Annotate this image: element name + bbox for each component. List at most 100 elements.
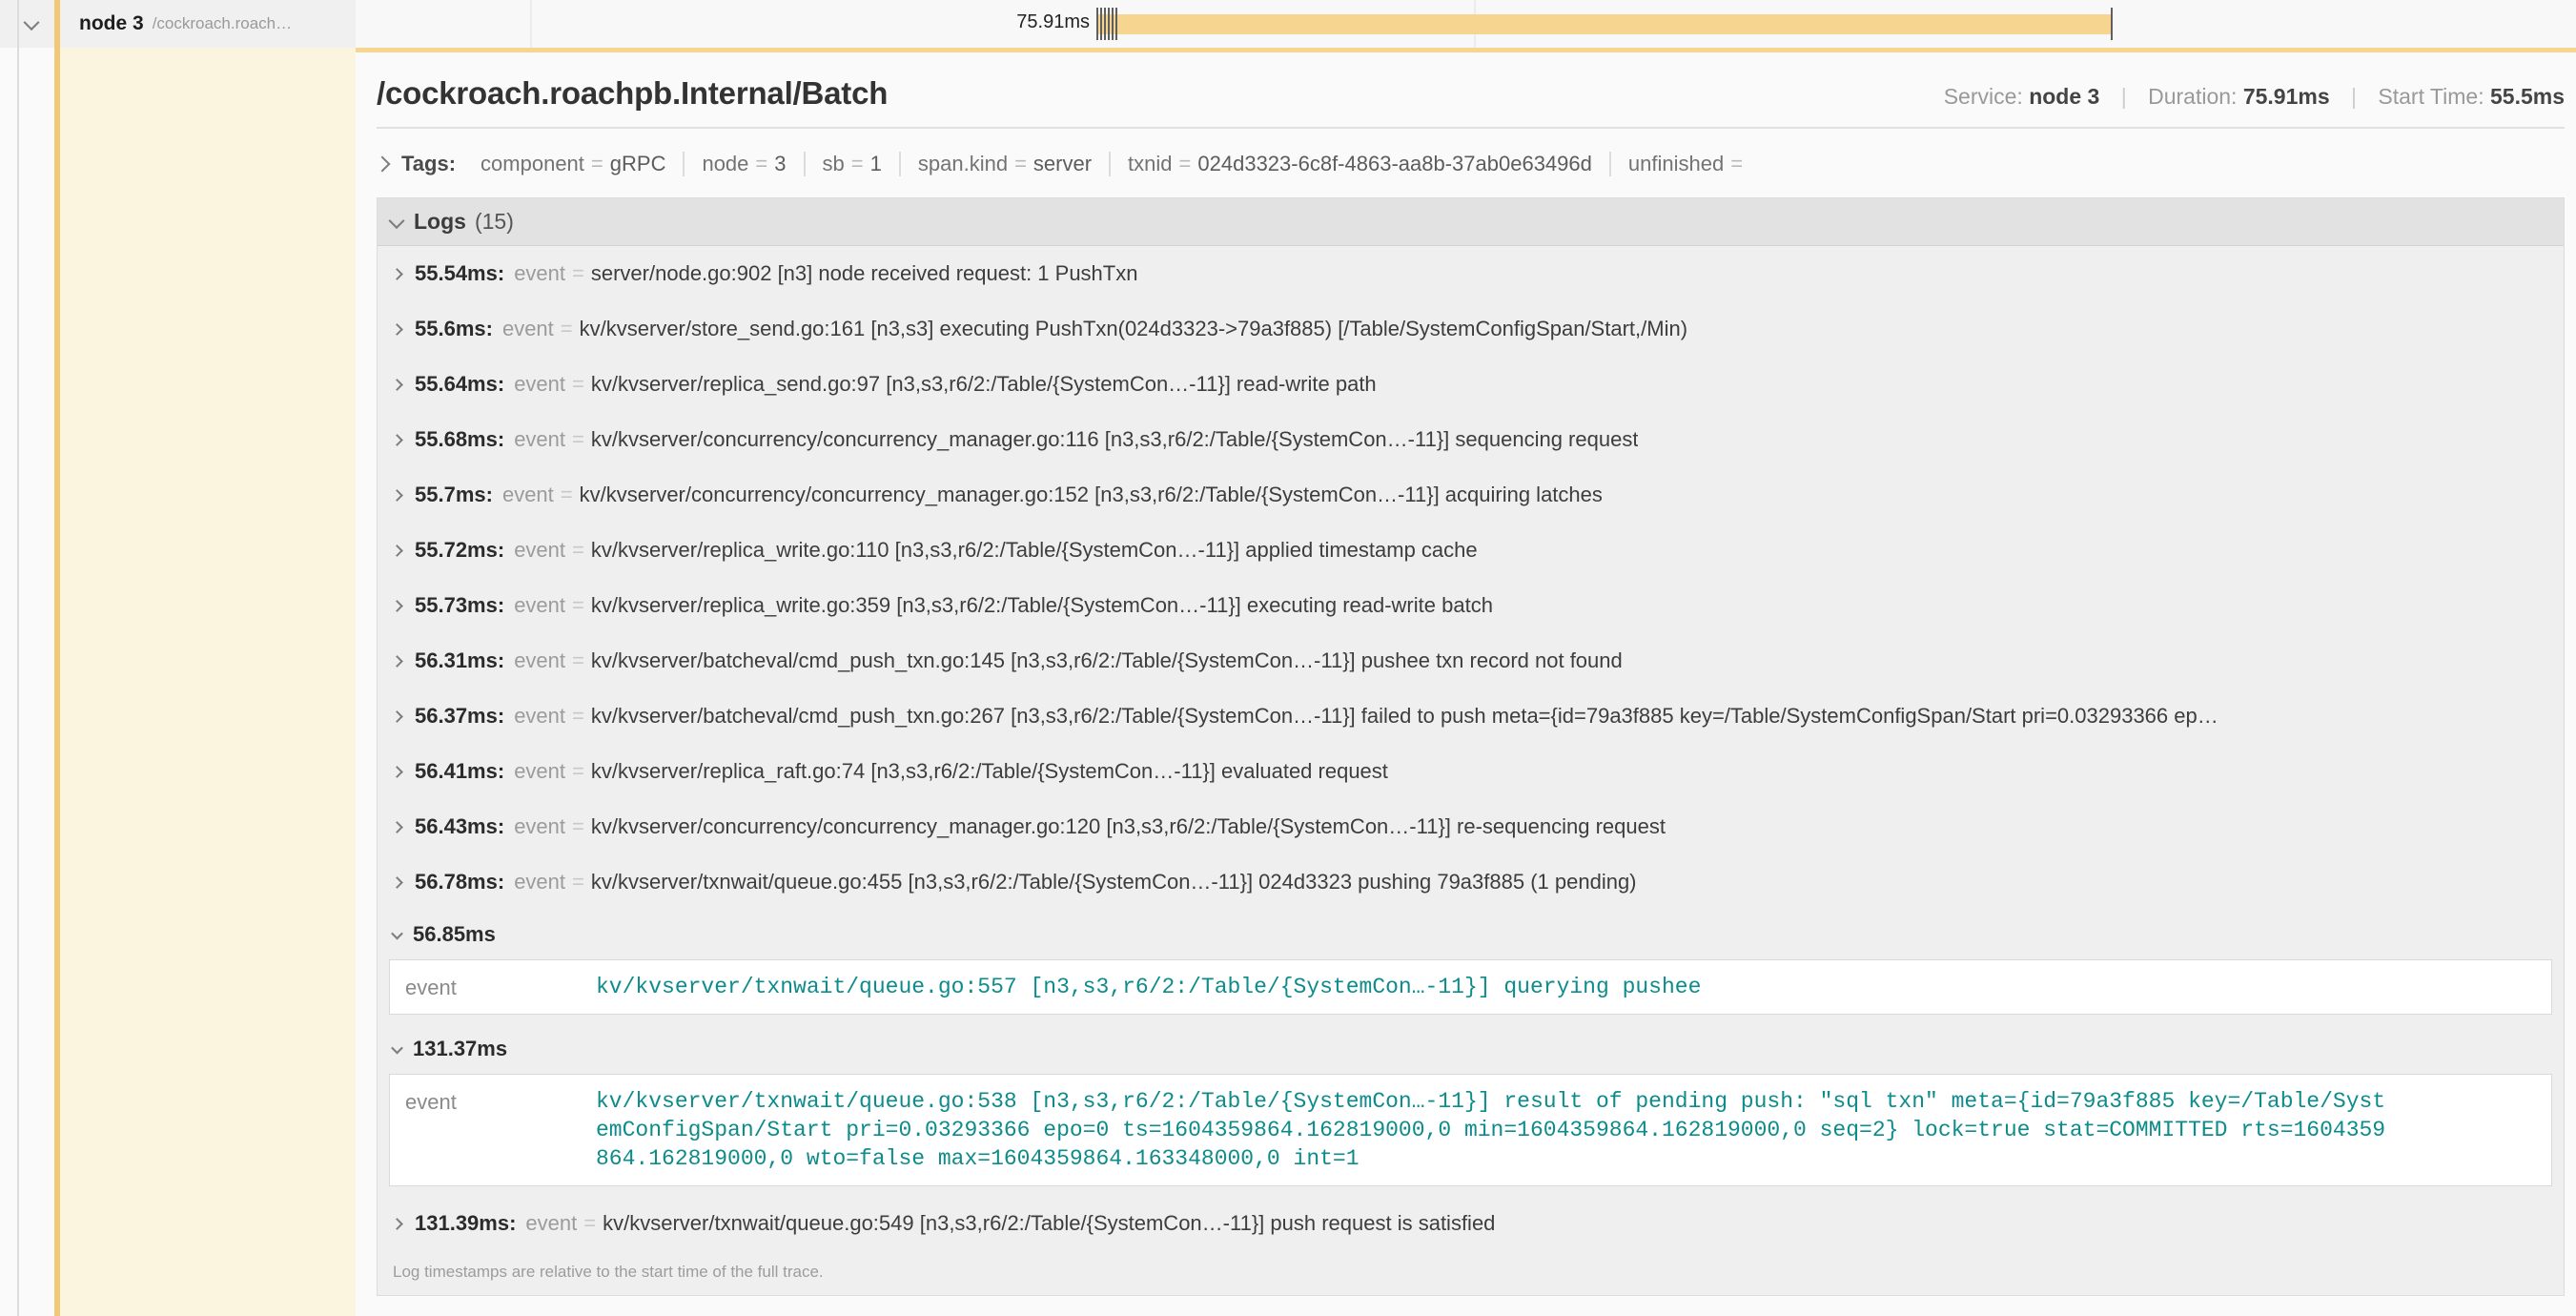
log-marker-tick[interactable] — [1115, 8, 1117, 40]
log-field-value: kv/kvserver/store_send.go:161 [n3,s3] ex… — [580, 317, 1687, 341]
tag-pill[interactable]: node = 3 — [683, 152, 803, 176]
log-marker-end[interactable] — [2111, 8, 2113, 40]
chevron-right-icon[interactable] — [391, 766, 403, 778]
log-equals: = — [572, 538, 584, 563]
log-row[interactable]: 55.54ms: event = server/node.go:902 [n3]… — [378, 246, 2564, 301]
tags-section-toggle[interactable]: Tags: component = gRPC node = 3 sb = 1 s… — [377, 142, 2565, 186]
start-time-value: 55.5ms — [2490, 84, 2565, 109]
tag-equals: = — [1730, 152, 1743, 176]
span-duration-bar[interactable] — [1096, 14, 2113, 34]
chevron-right-icon[interactable] — [391, 655, 403, 668]
logs-section: Logs (15) 55.54ms: event = server/node.g… — [377, 197, 2565, 1296]
tag-equals: = — [1179, 152, 1192, 176]
log-row-expanded-toggle[interactable]: 56.85ms — [378, 910, 2564, 959]
log-row[interactable]: 55.64ms: event = kv/kvserver/replica_sen… — [378, 357, 2564, 412]
service-label: Service: — [1944, 84, 2023, 109]
log-timestamp: 56.85ms — [413, 922, 496, 947]
chevron-right-icon[interactable] — [391, 268, 403, 280]
log-equals: = — [561, 483, 573, 507]
log-marker-tick[interactable] — [1100, 8, 1102, 40]
log-row[interactable]: 56.37ms: event = kv/kvserver/batcheval/c… — [378, 689, 2564, 744]
log-field-value: kv/kvserver/txnwait/queue.go:557 [n3,s3,… — [596, 973, 1701, 1001]
chevron-right-icon[interactable] — [391, 600, 403, 612]
chevron-right-icon[interactable] — [391, 1218, 403, 1230]
log-field-value: kv/kvserver/replica_raft.go:74 [n3,s3,r6… — [591, 759, 1388, 784]
log-fields-table: event kv/kvserver/txnwait/queue.go:557 [… — [389, 959, 2552, 1015]
log-field-key: event — [514, 538, 565, 563]
chevron-down-icon[interactable] — [24, 14, 40, 31]
chevron-right-icon[interactable] — [375, 156, 391, 173]
tag-key: component — [480, 152, 584, 176]
tag-equals: = — [591, 152, 603, 176]
chevron-right-icon[interactable] — [391, 323, 403, 336]
log-marker-tick[interactable] — [1108, 8, 1110, 40]
tag-pill[interactable]: unfinished = — [1609, 152, 1767, 176]
chevron-down-icon[interactable] — [391, 1041, 403, 1054]
tag-value: gRPC — [610, 152, 666, 176]
span-duration-label: 75.91ms — [996, 11, 1090, 33]
span-detail-left-column — [60, 48, 356, 1316]
chevron-right-icon[interactable] — [391, 545, 403, 557]
log-timestamp: 56.78ms: — [415, 870, 504, 894]
tag-value: 3 — [774, 152, 786, 176]
chevron-down-icon[interactable] — [391, 927, 403, 939]
log-field-value: kv/kvserver/batcheval/cmd_push_txn.go:26… — [591, 704, 2218, 729]
log-row[interactable]: 55.7ms: event = kv/kvserver/concurrency/… — [378, 467, 2564, 523]
tag-pill[interactable]: span.kind = server — [899, 152, 1109, 176]
log-field-value: kv/kvserver/concurrency/concurrency_mana… — [591, 814, 1666, 839]
span-row[interactable]: 75.91ms node 3 /cockroach.roach… — [0, 0, 2576, 48]
log-marker-tick[interactable] — [1112, 8, 1114, 40]
log-entries: 55.54ms: event = server/node.go:902 [n3]… — [378, 246, 2564, 1251]
log-row[interactable]: 55.73ms: event = kv/kvserver/replica_wri… — [378, 578, 2564, 633]
log-row[interactable]: 56.78ms: event = kv/kvserver/txnwait/que… — [378, 854, 2564, 910]
log-timestamp: 55.7ms: — [415, 483, 493, 507]
log-field-key: event — [514, 814, 565, 839]
chevron-down-icon[interactable] — [389, 213, 405, 229]
log-timestamp: 56.37ms: — [415, 704, 504, 729]
log-equals: = — [572, 427, 584, 452]
overview-separator: | — [2351, 84, 2357, 109]
log-row[interactable]: 56.43ms: event = kv/kvserver/concurrency… — [378, 799, 2564, 854]
log-timestamp: 55.64ms: — [415, 372, 504, 397]
log-row[interactable]: 56.31ms: event = kv/kvserver/batcheval/c… — [378, 633, 2564, 689]
log-equals: = — [572, 704, 584, 729]
log-row-expanded-toggle[interactable]: 131.37ms — [378, 1024, 2564, 1074]
tag-pill[interactable]: sb = 1 — [804, 152, 899, 176]
log-equals: = — [572, 759, 584, 784]
chevron-right-icon[interactable] — [391, 434, 403, 446]
log-field-value: server/node.go:902 [n3] node received re… — [591, 261, 1138, 286]
tag-pill[interactable]: component = gRPC — [463, 152, 683, 176]
log-field-value: kv/kvserver/replica_write.go:359 [n3,s3,… — [591, 593, 1493, 618]
tag-equals: = — [755, 152, 767, 176]
chevron-right-icon[interactable] — [391, 379, 403, 391]
span-detail-panel: /cockroach.roachpb.Internal/Batch Servic… — [356, 48, 2576, 1316]
log-field-key: event — [514, 759, 565, 784]
chevron-right-icon[interactable] — [391, 489, 403, 502]
logs-footer-note: Log timestamps are relative to the start… — [378, 1251, 2564, 1295]
log-row[interactable]: 131.39ms: event = kv/kvserver/txnwait/qu… — [378, 1196, 2564, 1251]
log-row[interactable]: 56.41ms: event = kv/kvserver/replica_raf… — [378, 744, 2564, 799]
log-row[interactable]: 55.72ms: event = kv/kvserver/replica_wri… — [378, 523, 2564, 578]
tag-value: server — [1033, 152, 1092, 176]
span-name-cell[interactable]: node 3 /cockroach.roach… — [0, 0, 356, 48]
log-field-value: kv/kvserver/replica_write.go:110 [n3,s3,… — [591, 538, 1478, 563]
log-field-key: event — [525, 1211, 577, 1236]
log-row[interactable]: 55.6ms: event = kv/kvserver/store_send.g… — [378, 301, 2564, 357]
log-equals: = — [572, 648, 584, 673]
log-row[interactable]: 55.68ms: event = kv/kvserver/concurrency… — [378, 412, 2564, 467]
tag-pill[interactable]: txnid = 024d3323-6c8f-4863-aa8b-37ab0e63… — [1109, 152, 1609, 176]
tag-key: txnid — [1128, 152, 1172, 176]
log-field-key: event — [514, 427, 565, 452]
logs-section-toggle[interactable]: Logs (15) — [378, 198, 2564, 246]
log-timestamp: 55.54ms: — [415, 261, 504, 286]
chevron-right-icon[interactable] — [391, 710, 403, 723]
log-equals: = — [572, 593, 584, 618]
log-timestamp: 131.39ms: — [415, 1211, 516, 1236]
log-marker-tick[interactable] — [1104, 8, 1106, 40]
logs-title: Logs — [414, 209, 466, 235]
chevron-right-icon[interactable] — [391, 821, 403, 833]
log-marker-tick[interactable] — [1096, 8, 1098, 40]
span-color-strip — [54, 0, 60, 1316]
log-equals: = — [572, 814, 584, 839]
chevron-right-icon[interactable] — [391, 876, 403, 889]
